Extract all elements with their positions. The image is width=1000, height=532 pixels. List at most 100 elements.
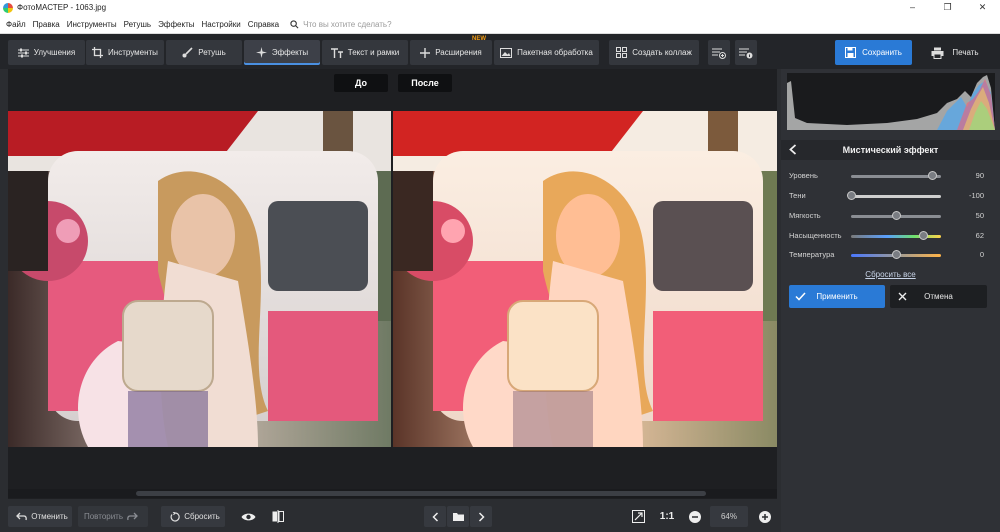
- print-button[interactable]: Печать: [916, 40, 994, 65]
- tab-batch-processing[interactable]: Пакетная обработка: [494, 40, 599, 65]
- close-icon: [898, 292, 907, 301]
- slider-value: 90: [975, 171, 984, 180]
- preview-toggle-button[interactable]: [238, 506, 259, 527]
- crop-icon: [92, 47, 104, 58]
- maximize-button[interactable]: ❐: [930, 0, 965, 15]
- image-icon: [500, 47, 513, 58]
- compare-button[interactable]: [267, 506, 288, 527]
- new-badge: NEW: [472, 36, 486, 42]
- reset-icon: [170, 511, 180, 522]
- slider-knob[interactable]: [891, 250, 901, 259]
- sliders-add-icon: [712, 48, 726, 59]
- prev-image-button[interactable]: [424, 506, 446, 527]
- histogram-chart: [787, 75, 995, 130]
- plus-circle-icon: [758, 510, 771, 523]
- slider-level[interactable]: Уровень 90: [789, 169, 984, 183]
- slider-label: Температура: [789, 250, 835, 259]
- chevron-right-icon: [478, 511, 485, 522]
- panel-header: Мистический эффект: [781, 140, 1000, 160]
- window-title: ФотоМАСТЕР - 1063.jpg: [17, 3, 107, 12]
- photo-canvas[interactable]: До После: [8, 69, 777, 499]
- sparkle-icon: [255, 47, 267, 58]
- slider-knob[interactable]: [927, 171, 937, 180]
- tab-effects[interactable]: Эффекты: [244, 40, 320, 65]
- before-label: До: [334, 74, 388, 92]
- slider-value: 0: [979, 250, 984, 259]
- slider-label: Насыщенность: [789, 231, 842, 240]
- cancel-button[interactable]: Отмена: [890, 285, 987, 308]
- tab-label: Создать коллаж: [632, 48, 692, 57]
- minus-circle-icon: [688, 510, 701, 523]
- slider-label: Уровень: [789, 171, 818, 180]
- search-icon: [290, 19, 299, 28]
- slider-knob[interactable]: [891, 211, 901, 220]
- close-button[interactable]: ✕: [965, 0, 1000, 15]
- tab-create-collage[interactable]: Создать коллаж: [609, 40, 699, 65]
- effect-panel: Мистический эффект Уровень 90 Тени -100 …: [781, 69, 1000, 532]
- reset-button[interactable]: Сбросить: [161, 506, 225, 527]
- tab-retouch[interactable]: Ретушь: [166, 40, 242, 65]
- sliders-info-icon: [739, 48, 753, 58]
- slider-knob[interactable]: [846, 191, 856, 200]
- menu-search[interactable]: Что вы хотите сделать?: [290, 19, 392, 29]
- slider-value: 50: [975, 211, 984, 220]
- fullscreen-icon: [632, 510, 645, 523]
- apply-label: Применить: [816, 292, 858, 301]
- slider-knob[interactable]: [919, 231, 929, 240]
- open-folder-button[interactable]: [447, 506, 469, 527]
- menu-settings[interactable]: Настройки: [201, 20, 240, 29]
- slider-value: 62: [975, 231, 984, 240]
- zoom-out-button[interactable]: [684, 506, 705, 527]
- slider-softness[interactable]: Мягкость 50: [789, 209, 984, 223]
- slider-saturation[interactable]: Насыщенность 62: [789, 229, 984, 243]
- slider-shadows[interactable]: Тени -100: [789, 189, 984, 203]
- search-placeholder: Что вы хотите сделать?: [303, 19, 392, 29]
- tab-label: Текст и рамки: [347, 48, 400, 57]
- zoom-value-field[interactable]: 64%: [710, 506, 748, 527]
- menu-help[interactable]: Справка: [248, 20, 279, 29]
- undo-button[interactable]: Отменить: [8, 506, 72, 527]
- main-toolbar: Улучшения Инструменты Ретушь Эффекты Тек…: [0, 34, 1000, 69]
- menu-bar: Файл Правка Инструменты Ретушь Эффекты Н…: [0, 15, 1000, 34]
- chevron-left-icon[interactable]: [789, 144, 797, 155]
- after-photo[interactable]: [393, 111, 777, 447]
- preset-info-button[interactable]: [735, 40, 757, 65]
- fit-screen-button[interactable]: [628, 506, 649, 527]
- text-icon: [330, 47, 343, 58]
- menu-tools[interactable]: Инструменты: [67, 20, 117, 29]
- tab-enhancements[interactable]: Улучшения: [8, 40, 85, 65]
- save-button[interactable]: Сохранить: [835, 40, 912, 65]
- before-photo[interactable]: [8, 111, 391, 447]
- redo-button[interactable]: Повторить: [78, 506, 148, 527]
- printer-icon: [931, 47, 944, 59]
- horizontal-scrollbar[interactable]: [8, 489, 777, 498]
- apply-button[interactable]: Применить: [789, 285, 885, 308]
- slider-temperature[interactable]: Температура 0: [789, 248, 984, 262]
- menu-effects[interactable]: Эффекты: [158, 20, 194, 29]
- scrollbar-thumb[interactable]: [136, 491, 706, 496]
- menu-retouch[interactable]: Ретушь: [124, 20, 152, 29]
- zoom-1-1-button[interactable]: 1:1: [656, 506, 678, 527]
- tab-extensions[interactable]: NEW Расширения: [410, 36, 492, 65]
- plus-icon: [420, 47, 431, 58]
- compare-icon: [272, 510, 284, 523]
- zoom-in-button[interactable]: [754, 506, 775, 527]
- slider-track[interactable]: [851, 195, 941, 198]
- histogram: [787, 73, 995, 130]
- tab-text-frames[interactable]: Текст и рамки: [322, 40, 408, 65]
- minimize-button[interactable]: –: [895, 0, 930, 15]
- add-preset-button[interactable]: [708, 40, 730, 65]
- tab-label: Ретушь: [198, 48, 226, 57]
- collage-icon: [616, 47, 628, 58]
- undo-icon: [16, 512, 28, 521]
- next-image-button[interactable]: [470, 506, 492, 527]
- tab-tools[interactable]: Инструменты: [86, 40, 164, 65]
- floppy-icon: [845, 47, 857, 58]
- menu-edit[interactable]: Правка: [33, 20, 60, 29]
- reset-all-link[interactable]: Сбросить все: [781, 270, 1000, 279]
- redo-icon: [127, 512, 138, 521]
- menu-file[interactable]: Файл: [6, 20, 26, 29]
- app-logo-icon: [3, 2, 13, 13]
- window-controls: – ❐ ✕: [895, 0, 1000, 15]
- check-icon: [795, 292, 806, 301]
